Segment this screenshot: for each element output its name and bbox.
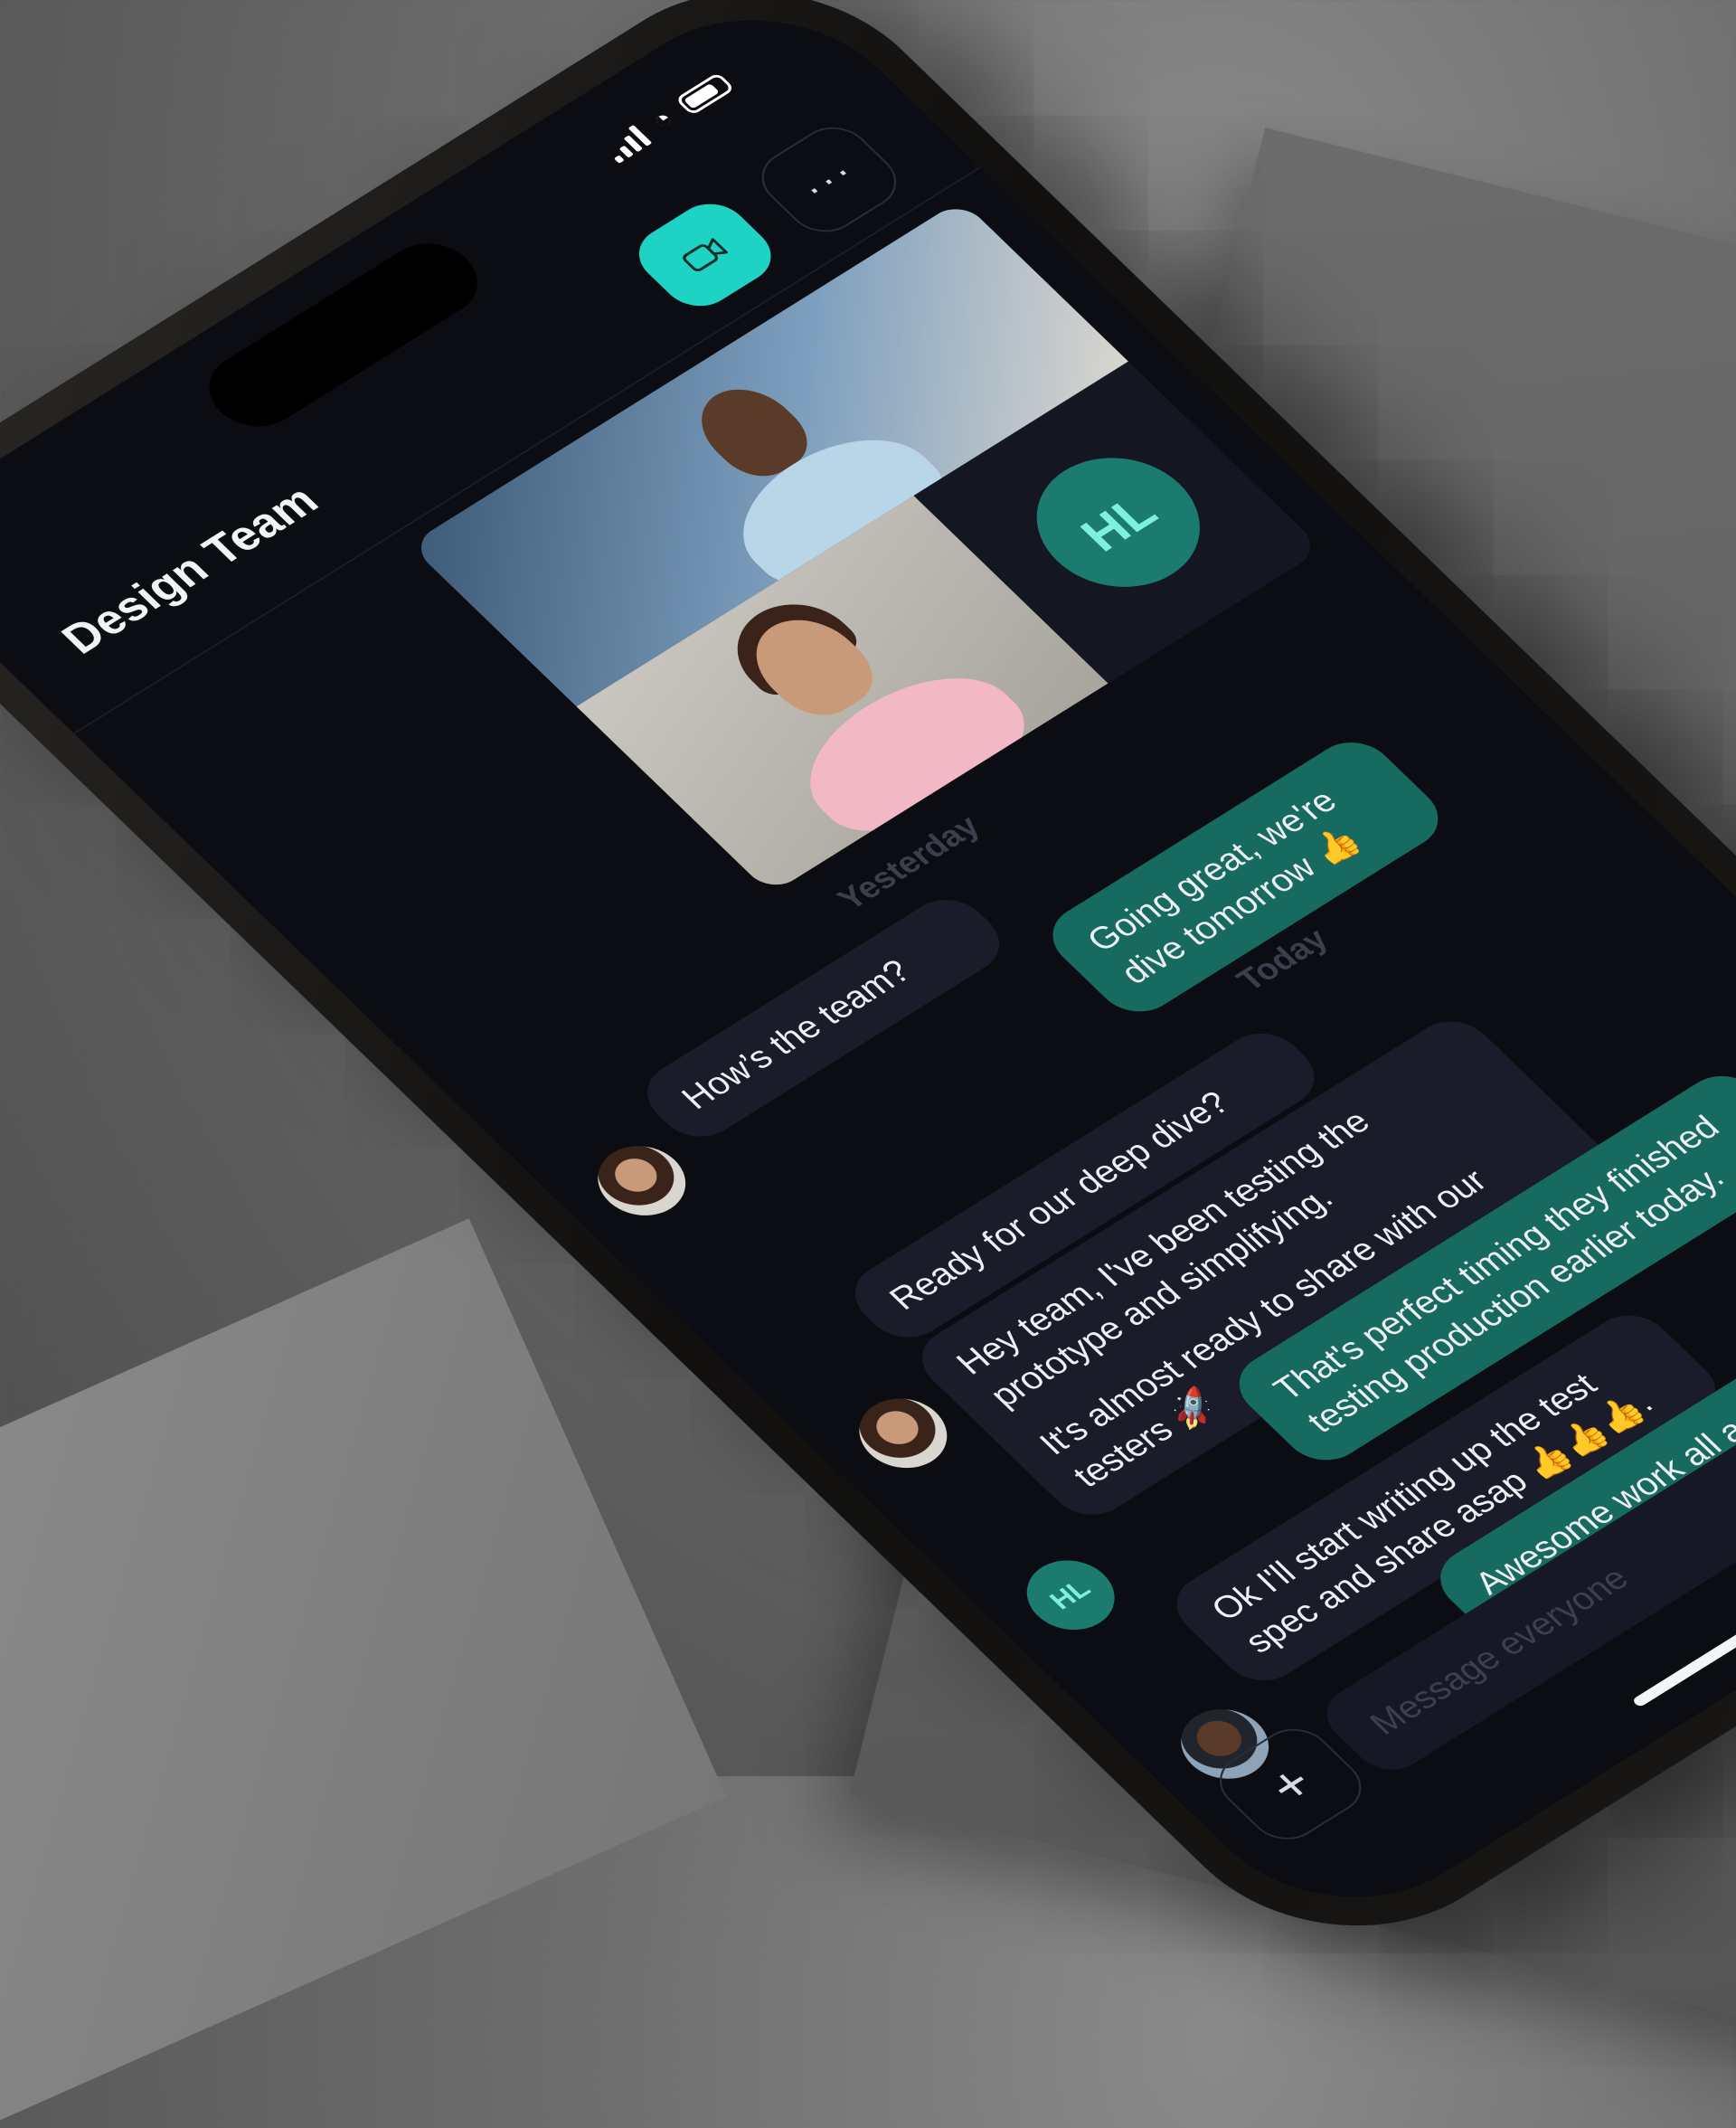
video-camera-icon xyxy=(683,238,728,271)
page-title: Design Team xyxy=(51,476,329,663)
avatar: HL xyxy=(1008,1546,1133,1644)
plus-icon: + xyxy=(1254,1754,1326,1815)
wifi-icon: ◔ xyxy=(644,105,681,136)
avatar xyxy=(580,1132,704,1230)
floor-background xyxy=(0,1218,727,2128)
battery-icon xyxy=(675,71,736,117)
signal-icon xyxy=(599,124,653,164)
avatar xyxy=(841,1385,966,1482)
more-icon: ··· xyxy=(790,149,867,209)
message-bubble-incoming: How’s the team? xyxy=(630,886,1016,1149)
status-bar: ◔ xyxy=(599,71,736,164)
video-call-button[interactable] xyxy=(624,192,787,317)
avatar: HL xyxy=(1003,431,1233,613)
